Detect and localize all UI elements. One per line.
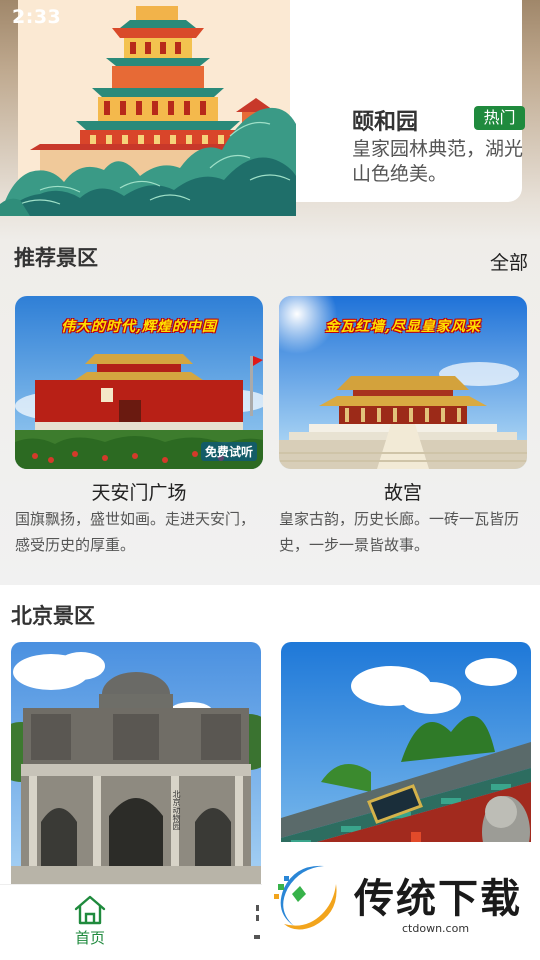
status-bar: 2:33 bbox=[0, 0, 540, 36]
forbidden-city-image: 金瓦红墙,尽显皇家风采 bbox=[279, 296, 527, 469]
home-icon bbox=[74, 895, 106, 925]
attraction-card-forbidden-city[interactable]: 金瓦红墙,尽显皇家风采 故宫 皇家古韵，历史长廊。一砖一瓦皆历史，一步一景皆故事… bbox=[279, 296, 527, 558]
zoo-gate-image bbox=[11, 642, 261, 886]
beijing-section-title: 北京景区 bbox=[11, 604, 95, 628]
battery-icon bbox=[487, 8, 498, 28]
attraction-name: 天安门广场 bbox=[91, 482, 187, 504]
featured-title: 颐和园 bbox=[352, 110, 419, 135]
attraction-description: 皇家古韵，历史长廊。一砖一瓦皆历史，一步一景皆故事。 bbox=[279, 510, 520, 554]
signal-icon bbox=[461, 9, 479, 27]
featured-description: 皇家园林典范，湖光山色绝美。 bbox=[352, 138, 524, 185]
recommended-section-title: 推荐景区 bbox=[14, 246, 98, 270]
watermark-domain: ctdown.com bbox=[402, 922, 470, 935]
free-trial-badge: 免费试听 bbox=[200, 442, 257, 461]
hot-badge: 热门 bbox=[474, 106, 525, 130]
watermark-logo-text: 传统下载 bbox=[354, 876, 522, 922]
see-all-link[interactable]: 全部 bbox=[490, 248, 528, 275]
attraction-description: 国旗飘扬，盛世如画。走进天安门，感受历史的厚重。 bbox=[15, 510, 256, 554]
forbidden-city-banner-text: 金瓦红墙,尽显皇家风采 bbox=[325, 319, 481, 335]
nav-home-label: 首页 bbox=[74, 929, 105, 947]
site-watermark: 传统下载 ctdown.com bbox=[262, 842, 540, 946]
watermark-logo-icon bbox=[274, 865, 337, 930]
tiananmen-banner-text: 伟大的时代,辉煌的中国 bbox=[61, 319, 217, 335]
attraction-name: 故宫 bbox=[383, 482, 422, 504]
beijing-attraction-card-zoo[interactable]: 北京动物园 bbox=[11, 642, 261, 886]
zoo-gate-sign: 北京动物园 bbox=[172, 790, 181, 830]
status-time: 2:33 bbox=[12, 6, 62, 28]
status-icons bbox=[433, 8, 498, 28]
tiananmen-image: 伟大的时代,辉煌的中国 免费试听 bbox=[15, 296, 263, 469]
wifi-icon bbox=[433, 9, 453, 26]
nav-home-tab[interactable]: 首页 bbox=[66, 893, 114, 948]
attraction-card-tiananmen[interactable]: 伟大的时代,辉煌的中国 免费试听 天安门广场 国旗飘扬，盛世如画。走进天安门，感… bbox=[15, 296, 263, 558]
